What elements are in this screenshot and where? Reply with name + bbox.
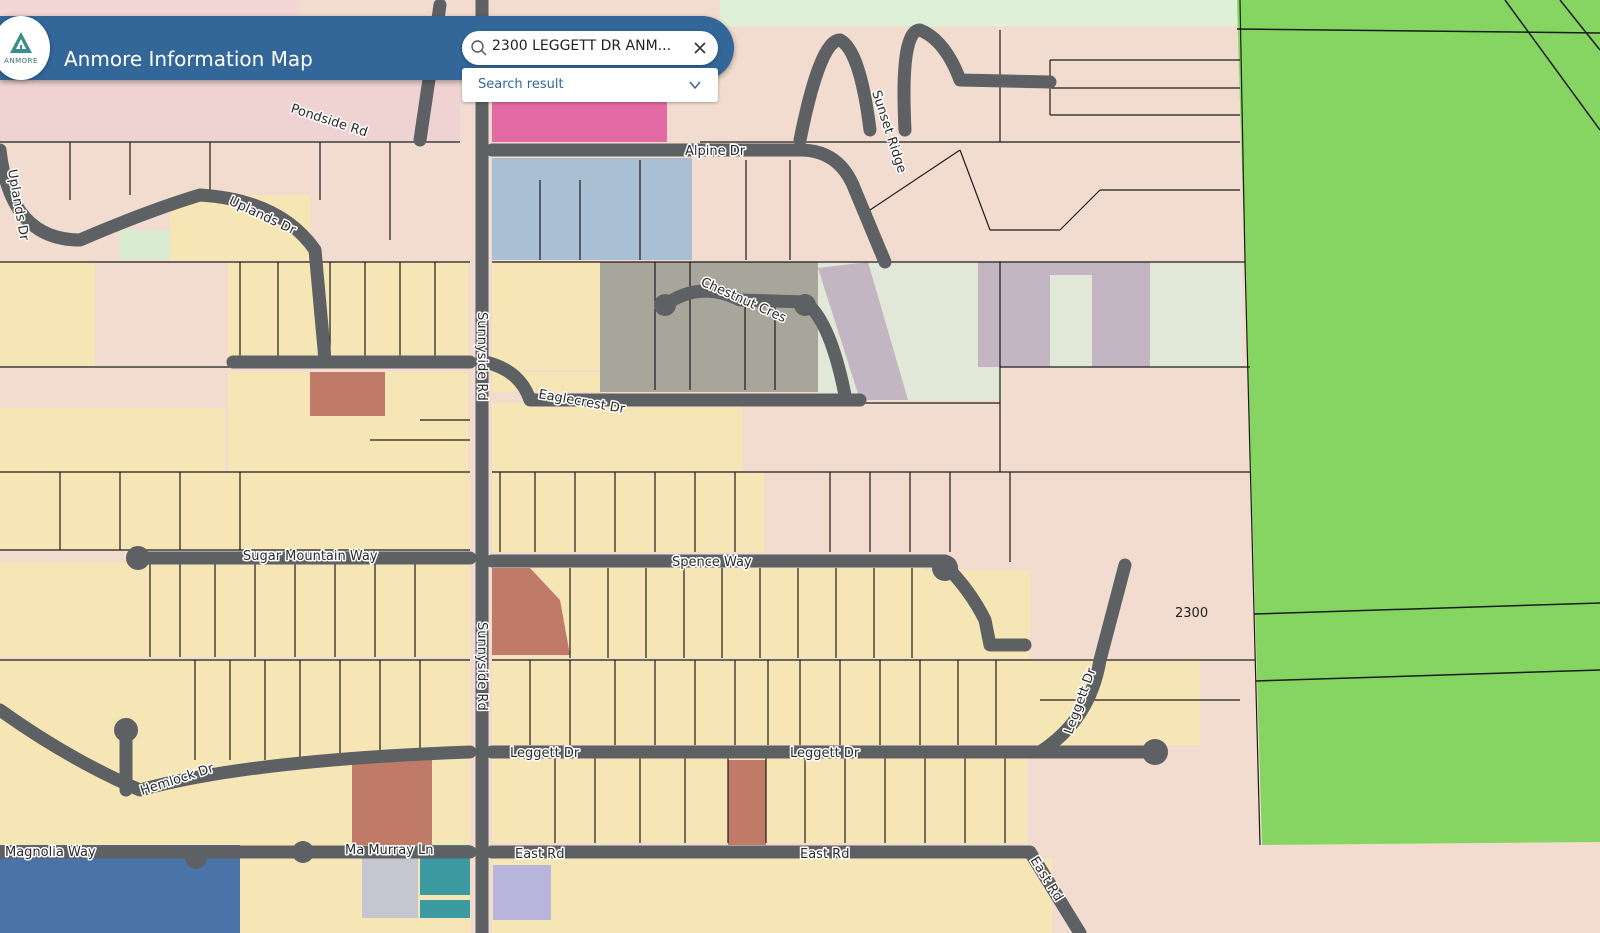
road-label-leggett-a: Leggett Dr	[510, 746, 580, 761]
map-canvas[interactable]: Alpine Dr Sunset Ridge Uplands Dr Upland…	[0, 0, 1600, 933]
search-result-label: Search result	[478, 77, 564, 92]
address-label: 2300	[1175, 606, 1208, 621]
pondside-zone	[0, 80, 460, 142]
search-input[interactable]: 2300 LEGGETT DR ANM...	[492, 38, 680, 54]
green-lot	[120, 230, 170, 260]
road-label-east-b: East Rd	[800, 847, 849, 862]
road-label-leggett-b: Leggett Dr	[790, 746, 860, 761]
close-icon[interactable]	[692, 40, 708, 56]
teal-lot-b[interactable]	[420, 900, 470, 918]
road-label-magnolia: Magnolia Way	[5, 845, 96, 860]
mountain-tree-icon	[10, 32, 32, 53]
light-lot-inner	[1050, 275, 1092, 367]
search-box[interactable]: 2300 LEGGETT DR ANM...	[462, 31, 718, 65]
road-label-alpine: Alpine Dr	[685, 144, 746, 159]
road-label-spence: Spence Way	[672, 555, 752, 570]
road-label-sunnyside-b: Sunnyside Rd	[474, 622, 489, 711]
brick-lots-a[interactable]	[310, 372, 385, 416]
brick-lots-c[interactable]	[352, 760, 432, 845]
road-label-sugar: Sugar Mountain Way	[243, 549, 378, 564]
lavender-lot[interactable]	[493, 865, 551, 920]
greenspace-strip	[720, 0, 1240, 26]
parkland-zone[interactable]	[1237, 0, 1600, 845]
light-lot	[1150, 262, 1242, 367]
institutional-zone[interactable]	[492, 158, 692, 260]
logo-text: ANMORE	[4, 57, 38, 65]
search-result-dropdown[interactable]: Search result	[462, 68, 718, 102]
brick-lots-d[interactable]	[728, 760, 766, 845]
road-label-sunnyside-a: Sunnyside Rd	[474, 312, 489, 401]
road-label-mcmurray: Ma Murray Ln	[345, 843, 434, 858]
north-zone	[0, 0, 300, 16]
grey-lot[interactable]	[362, 858, 418, 918]
search-icon[interactable]	[470, 39, 488, 57]
chevron-down-icon[interactable]	[688, 78, 702, 92]
app-title: Anmore Information Map	[64, 47, 313, 71]
road-label-east-a: East Rd	[515, 847, 564, 862]
